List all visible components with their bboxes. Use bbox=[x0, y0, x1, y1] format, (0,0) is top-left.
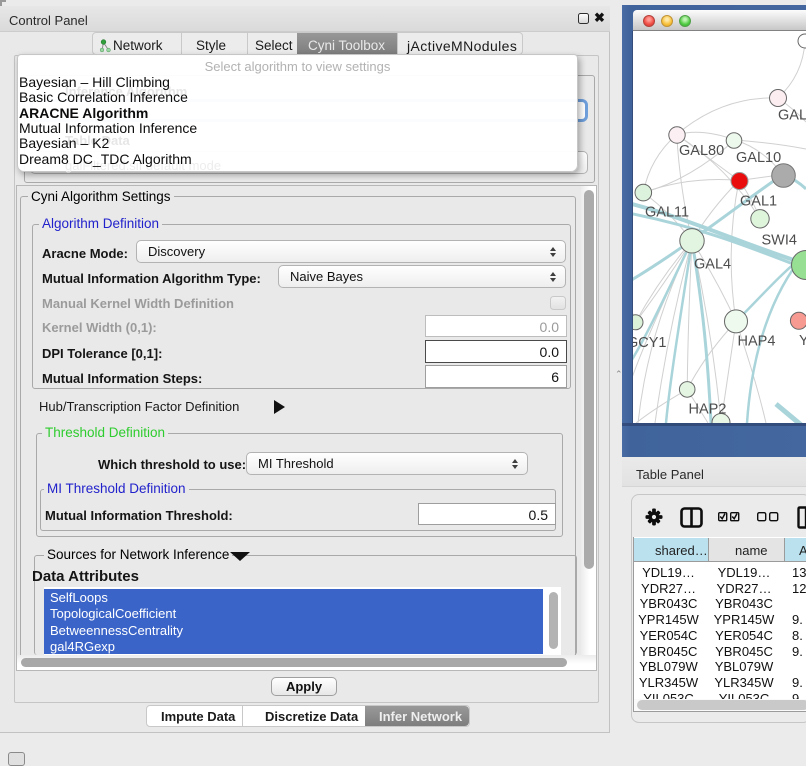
svg-text:GCY1: GCY1 bbox=[633, 335, 667, 351]
svg-text:GAL4: GAL4 bbox=[694, 257, 731, 273]
svg-text:GAL10: GAL10 bbox=[736, 150, 781, 166]
svg-text:SWI4: SWI4 bbox=[762, 233, 797, 249]
svg-text:GAL80: GAL80 bbox=[679, 143, 724, 159]
svg-text:GAL: GAL bbox=[778, 108, 806, 124]
svg-text:GAL1: GAL1 bbox=[740, 194, 777, 210]
svg-text:GAL11: GAL11 bbox=[645, 205, 689, 221]
svg-text:Y: Y bbox=[799, 333, 806, 349]
svg-text:HAP4: HAP4 bbox=[738, 334, 776, 350]
svg-text:HAP2: HAP2 bbox=[689, 402, 727, 418]
